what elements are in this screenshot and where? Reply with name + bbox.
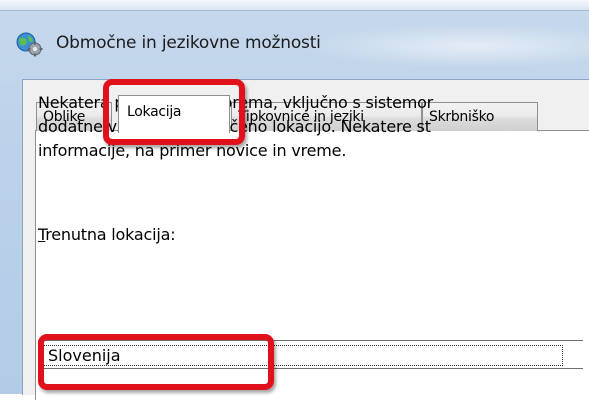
current-location-label: Trenutna lokacija: — [38, 225, 176, 244]
globe-settings-icon — [16, 32, 43, 57]
label-text: renutna lokacija: — [45, 225, 176, 244]
highlight-location-tab — [103, 79, 245, 145]
window-top-edge — [0, 0, 589, 11]
window-title: Območne in jezikovne možnosti — [56, 33, 321, 53]
title-bar-glow — [300, 24, 589, 68]
highlight-location-combobox — [38, 334, 274, 390]
